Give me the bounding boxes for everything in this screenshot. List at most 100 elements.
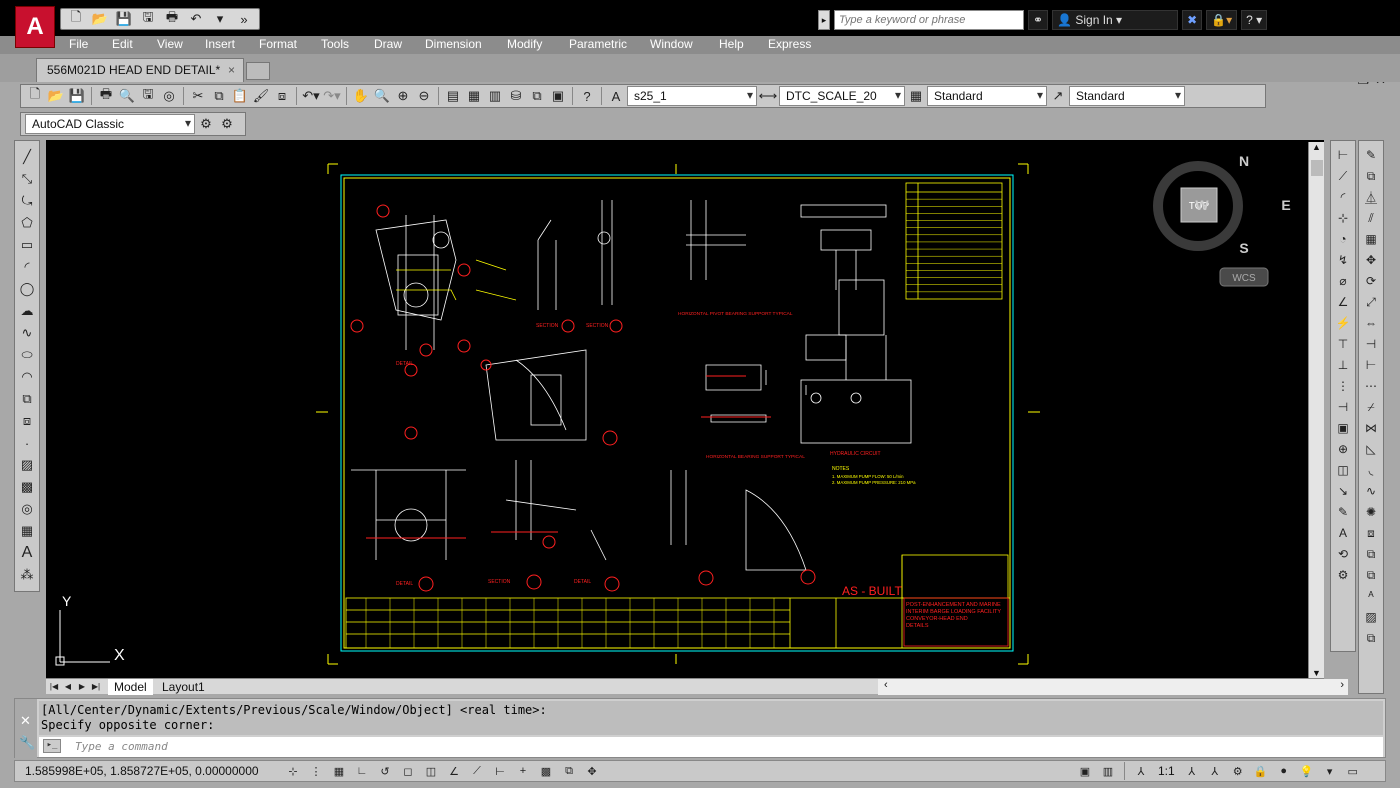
dimension-text-edit-icon[interactable]: A: [1332, 523, 1354, 543]
menu-parametric[interactable]: Parametric: [569, 37, 627, 51]
tab-layout1[interactable]: Layout1: [156, 679, 211, 695]
continue-dimension-icon[interactable]: ⊥: [1332, 355, 1354, 375]
auto-scale-icon[interactable]: ⅄: [1205, 762, 1225, 780]
cut-icon[interactable]: ✂: [188, 87, 208, 105]
polyline-icon[interactable]: ⤿: [16, 191, 38, 211]
arc-icon[interactable]: ◜: [16, 257, 38, 277]
menu-express[interactable]: Express: [768, 37, 811, 51]
aligned-dimension-icon[interactable]: ⟋: [1332, 166, 1354, 186]
clean-screen-icon[interactable]: ▭: [1343, 762, 1363, 780]
command-prompt-icon[interactable]: ▸_: [43, 739, 61, 753]
selection-cycling-icon[interactable]: ✥: [582, 762, 602, 780]
menu-modify[interactable]: Modify: [507, 37, 542, 51]
ellipse-icon[interactable]: ⬭: [16, 345, 38, 365]
blend-curves-icon[interactable]: ∿: [1360, 481, 1382, 501]
insert-block-icon[interactable]: ⧉: [16, 389, 38, 409]
command-line-grip[interactable]: ✕ 🔧: [15, 699, 37, 759]
menu-format[interactable]: Format: [259, 37, 297, 51]
plot-preview-icon[interactable]: 🔍: [117, 87, 137, 105]
quick-properties-icon[interactable]: ⧉: [559, 762, 579, 780]
stretch-icon[interactable]: ⇔: [1360, 313, 1382, 333]
compass-north[interactable]: N: [1239, 153, 1249, 169]
compass-south[interactable]: S: [1239, 240, 1248, 256]
array-icon[interactable]: ▦: [1360, 229, 1382, 249]
rotate-icon[interactable]: ⟳: [1360, 271, 1382, 291]
quick-dimension-icon[interactable]: ⚡: [1332, 313, 1354, 333]
file-tab[interactable]: 556M021D HEAD END DETAIL* ×: [36, 58, 244, 82]
dim-style-select[interactable]: DTC_SCALE_20: [779, 86, 905, 106]
close-command-icon[interactable]: ✕: [20, 713, 31, 729]
snap-mode-icon[interactable]: ⋮: [306, 762, 326, 780]
angular-dimension-icon[interactable]: ∠: [1332, 292, 1354, 312]
new-tab-button[interactable]: [246, 62, 270, 80]
last-layout-icon[interactable]: ▶|: [90, 680, 102, 693]
text-front-icon[interactable]: ᴬ: [1360, 586, 1382, 606]
polar-tracking-icon[interactable]: ↺: [375, 762, 395, 780]
circle-icon[interactable]: ◯: [16, 279, 38, 299]
tab-model[interactable]: Model: [108, 679, 153, 695]
scroll-right-icon[interactable]: ›: [1340, 679, 1344, 691]
menu-insert[interactable]: Insert: [205, 37, 235, 51]
dynamic-ucs-icon[interactable]: ⟋: [467, 762, 487, 780]
hardware-acceleration-icon[interactable]: ●: [1274, 762, 1294, 780]
sign-in-button[interactable]: 👤 Sign In ▾: [1052, 10, 1179, 30]
paste-icon[interactable]: 📋: [230, 87, 250, 105]
3d-object-snap-icon[interactable]: ◫: [421, 762, 441, 780]
annotation-scale[interactable]: 1:1: [1154, 764, 1179, 778]
workspace-settings-icon[interactable]: ⚙: [196, 115, 216, 133]
tolerance-icon[interactable]: ▣: [1332, 418, 1354, 438]
construction-line-icon[interactable]: ⤡: [16, 169, 38, 189]
command-input[interactable]: ▸_ Type a command: [39, 737, 1383, 757]
dimension-update-icon[interactable]: ⟲: [1332, 544, 1354, 564]
new-file-icon[interactable]: 🗋: [65, 9, 87, 28]
model-space-icon[interactable]: ▣: [1075, 762, 1095, 780]
hatch-icon[interactable]: ▨: [16, 455, 38, 475]
erase-icon[interactable]: ✎: [1360, 145, 1382, 165]
dimension-break-icon[interactable]: ⊣: [1332, 397, 1354, 417]
copy-icon[interactable]: ⧉: [209, 87, 229, 105]
multileader-style-icon[interactable]: ↗: [1048, 87, 1068, 105]
grid-display-icon[interactable]: ▦: [329, 762, 349, 780]
jogged-dimension-icon[interactable]: ↯: [1332, 250, 1354, 270]
annotation-scale-icon[interactable]: ⅄: [1131, 762, 1151, 780]
help-toolbar-icon[interactable]: ?: [577, 87, 597, 105]
dimension-space-icon[interactable]: ⋮: [1332, 376, 1354, 396]
lineweight-icon[interactable]: +: [513, 762, 533, 780]
open-file-icon[interactable]: 📂: [89, 10, 111, 28]
dimension-edit-icon[interactable]: ✎: [1332, 502, 1354, 522]
first-layout-icon[interactable]: |◀: [48, 680, 60, 693]
qat-dropdown-icon[interactable]: ▾: [209, 10, 231, 28]
viewcube[interactable]: [1153, 161, 1269, 287]
rectangle-icon[interactable]: ▭: [16, 235, 38, 255]
revision-cloud-icon[interactable]: ☁: [16, 301, 38, 321]
linear-dimension-icon[interactable]: ⊢: [1332, 145, 1354, 165]
zoom-realtime-icon[interactable]: 🔍: [372, 87, 392, 105]
dynamic-input-icon[interactable]: ⊢: [490, 762, 510, 780]
print-icon[interactable]: 🖶: [161, 9, 183, 28]
scroll-up-icon[interactable]: ▲: [1312, 142, 1321, 152]
workspace-switch-icon[interactable]: ⚙: [1228, 762, 1248, 780]
spline-icon[interactable]: ∿: [16, 323, 38, 343]
join-icon[interactable]: ⋈: [1360, 418, 1382, 438]
scroll-left-icon[interactable]: ‹: [884, 679, 888, 691]
menu-help[interactable]: Help: [719, 37, 744, 51]
ortho-mode-icon[interactable]: ∟: [352, 762, 372, 780]
stay-connected-icon[interactable]: 🔒▾: [1206, 10, 1238, 30]
markup-icon[interactable]: ⧉: [527, 87, 547, 105]
properties-icon[interactable]: ▤: [443, 87, 463, 105]
gradient-icon[interactable]: ▩: [16, 477, 38, 497]
save-icon[interactable]: 💾: [113, 10, 135, 28]
search-input[interactable]: [834, 10, 1024, 30]
compass-west[interactable]: W: [1195, 197, 1209, 213]
table-icon[interactable]: ▦: [16, 521, 38, 541]
infer-constraints-icon[interactable]: ⊹: [283, 762, 303, 780]
undo-toolbar-icon[interactable]: ↶▾: [301, 87, 321, 105]
prev-layout-icon[interactable]: ◀: [62, 680, 74, 693]
qnew-icon[interactable]: 🗋: [25, 86, 45, 105]
binoculars-icon[interactable]: ⚭: [1028, 10, 1049, 30]
coordinate-readout[interactable]: 1.585998E+05, 1.858727E+05, 0.00000000: [25, 764, 259, 778]
menu-file[interactable]: File: [69, 37, 88, 51]
radius-dimension-icon[interactable]: ◔: [1332, 229, 1354, 249]
customize-icon[interactable]: 🔧: [19, 735, 35, 751]
add-selected-icon[interactable]: ⁂: [16, 565, 38, 585]
